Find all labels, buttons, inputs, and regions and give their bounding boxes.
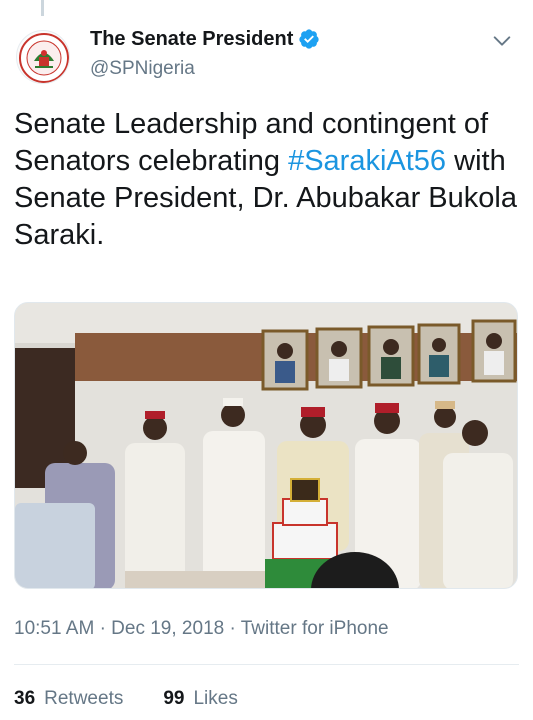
likes-label: Likes — [193, 688, 238, 709]
engagement-stats: 36 Retweets 99 Likes — [14, 687, 278, 711]
tweet-text: Senate Leadership and contingent of Sena… — [14, 106, 519, 254]
likes-stat[interactable]: 99 Likes — [163, 687, 238, 711]
thread-connector-line — [41, 0, 44, 16]
tweet-source[interactable]: Twitter for iPhone — [241, 618, 389, 639]
author-display-name[interactable]: The Senate President — [90, 26, 293, 52]
tweet-date[interactable]: Dec 19, 2018 — [111, 618, 224, 639]
retweets-stat[interactable]: 36 Retweets — [14, 687, 123, 711]
celebration-photo — [15, 303, 517, 588]
meta-separator: · — [99, 618, 106, 639]
author-block: The Senate President @SPNigeria — [90, 26, 320, 82]
senate-seal-logo — [19, 33, 69, 83]
tweet-photo[interactable] — [14, 302, 518, 589]
author-handle[interactable]: @SPNigeria — [90, 56, 320, 82]
verified-badge-icon — [298, 28, 320, 50]
tweet-metadata: 10:51 AM · Dec 19, 2018 · Twitter for iP… — [14, 617, 389, 641]
tweet-time[interactable]: 10:51 AM — [14, 618, 94, 639]
chevron-down-icon[interactable] — [491, 30, 513, 52]
avatar[interactable] — [16, 30, 70, 84]
meta-separator: · — [229, 618, 236, 639]
tweet-header: The Senate President @SPNigeria — [16, 26, 517, 88]
likes-count: 99 — [163, 688, 185, 709]
divider — [14, 664, 519, 665]
hashtag-link[interactable]: #SarakiAt56 — [288, 145, 446, 177]
author-name[interactable]: The Senate President — [90, 26, 320, 52]
retweets-label: Retweets — [44, 688, 124, 709]
retweets-count: 36 — [14, 688, 36, 709]
